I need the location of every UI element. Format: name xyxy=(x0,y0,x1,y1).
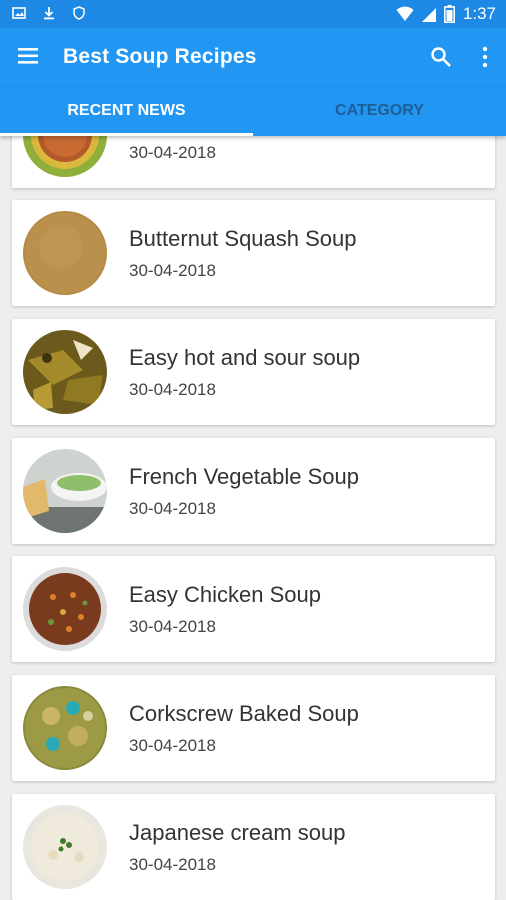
shield-icon xyxy=(73,6,85,20)
recipe-date: 30-04-2018 xyxy=(129,736,216,755)
tab-category[interactable]: CATEGORY xyxy=(253,88,506,136)
search-icon[interactable] xyxy=(430,46,452,68)
app-bar: Best Soup Recipes xyxy=(0,28,506,88)
recipe-thumbnail xyxy=(23,449,107,533)
recipe-title: Easy hot and sour soup xyxy=(129,345,361,370)
list-item[interactable]: 30-04-2018 xyxy=(12,136,495,188)
list-item[interactable]: Japanese cream soup 30-04-2018 xyxy=(12,794,495,900)
list-item[interactable]: Corkscrew Baked Soup 30-04-2018 xyxy=(12,675,495,781)
recipe-title: Butternut Squash Soup xyxy=(129,226,357,251)
tab-indicator xyxy=(0,133,253,136)
wifi-icon xyxy=(396,6,414,21)
recipe-date: 30-04-2018 xyxy=(129,499,216,518)
recipe-thumbnail xyxy=(23,330,107,414)
recipe-date: 30-04-2018 xyxy=(129,261,216,280)
list-item[interactable]: Easy hot and sour soup 30-04-2018 xyxy=(12,319,495,425)
menu-icon[interactable] xyxy=(18,46,40,66)
status-bar: 1:37 xyxy=(0,0,506,28)
more-vert-icon[interactable] xyxy=(480,46,490,68)
recipe-title: Corkscrew Baked Soup xyxy=(129,701,359,726)
recipe-date: 30-04-2018 xyxy=(129,380,216,399)
recipe-thumbnail xyxy=(23,805,107,889)
recipe-thumbnail xyxy=(23,567,107,651)
recipe-date: 30-04-2018 xyxy=(129,143,216,162)
list-item[interactable]: Butternut Squash Soup 30-04-2018 xyxy=(12,200,495,306)
battery-icon xyxy=(443,5,455,23)
recipe-thumbnail xyxy=(23,686,107,770)
signal-icon xyxy=(421,8,436,22)
recipe-title: Easy Chicken Soup xyxy=(129,582,321,607)
recipe-date: 30-04-2018 xyxy=(129,617,216,636)
recipe-thumbnail xyxy=(23,211,107,295)
tab-bar: RECENT NEWS CATEGORY xyxy=(0,88,506,136)
recipe-list[interactable]: 30-04-2018 Butternut Squash Soup 30-04-2… xyxy=(0,136,506,900)
recipe-title: Japanese cream soup xyxy=(129,820,346,845)
status-time: 1:37 xyxy=(462,4,496,23)
image-icon xyxy=(12,7,26,19)
tab-recent-news[interactable]: RECENT NEWS xyxy=(0,88,253,136)
list-item[interactable]: French Vegetable Soup 30-04-2018 xyxy=(12,438,495,544)
recipe-title: French Vegetable Soup xyxy=(129,464,359,489)
download-icon xyxy=(44,7,54,20)
app-title: Best Soup Recipes xyxy=(63,45,257,68)
recipe-date: 30-04-2018 xyxy=(129,855,216,874)
list-item[interactable]: Easy Chicken Soup 30-04-2018 xyxy=(12,556,495,662)
recipe-thumbnail xyxy=(23,136,107,177)
